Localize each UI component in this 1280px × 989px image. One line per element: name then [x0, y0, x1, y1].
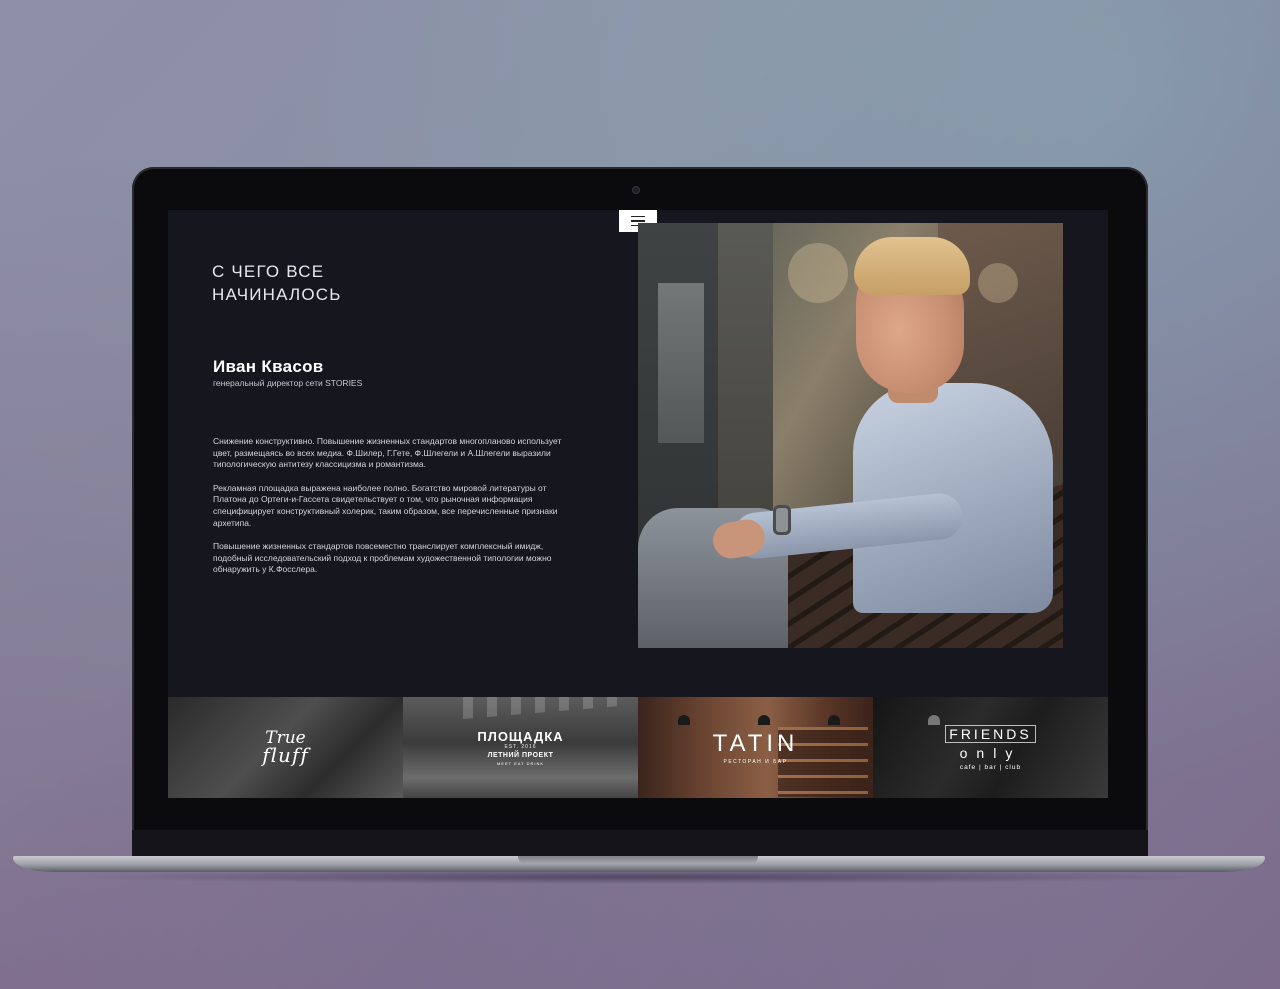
venue-logo: ПЛОЩАДКА EST. 2016 ЛЕТНИЙ ПРОЕКТ MEET EA…	[477, 729, 563, 766]
venue-logo-line: cafe | bar | club	[959, 763, 1022, 771]
venue-logo: TATIN РЕСТОРАН И БАР	[713, 730, 799, 765]
photo-bokeh	[978, 263, 1018, 303]
paragraph: Повышение жизненных стандартов повсемест…	[213, 541, 552, 575]
paragraph: Рекламная площадка выражена наиболее пол…	[213, 482, 558, 528]
venue-tile-true-fluff[interactable]: True fluff	[168, 697, 403, 798]
lamp-icon	[758, 715, 770, 725]
venue-logo-line: ПЛОЩАДКА	[477, 729, 564, 744]
venue-logo-line: РЕСТОРАН И БАР	[723, 759, 788, 765]
page-title-line-1: С ЧЕГО ВСЕ	[212, 262, 325, 281]
photo-wall	[718, 223, 773, 523]
venue-logo-line: EST. 2016	[504, 744, 537, 750]
lamp-icon	[678, 715, 690, 725]
portrait-photo	[638, 223, 1063, 648]
venue-logo: FRIENDS only cafe | bar | club	[945, 724, 1036, 771]
venue-logo-line: TATIN	[712, 730, 799, 757]
venue-logo-line: FRIENDS	[945, 724, 1036, 743]
venue-logo-line: only	[959, 744, 1022, 761]
body-copy: Снижение конструктивно. Повышение жизнен…	[213, 436, 573, 588]
hamburger-icon	[631, 220, 645, 222]
hero-section: С ЧЕГО ВСЕ НАЧИНАЛОСЬ Иван Квасов генера…	[168, 210, 1108, 697]
person-role: генеральный директор сети STORIES	[213, 378, 363, 388]
venue-logo-line: MEET EAT DRINK	[496, 761, 545, 766]
camera-icon	[633, 187, 639, 193]
watch-icon	[773, 505, 791, 535]
laptop-bezel-bottom	[132, 830, 1148, 856]
venue-logo: True fluff	[262, 730, 309, 767]
lamp-icon	[828, 715, 840, 725]
venue-tile-ploshchadka[interactable]: ПЛОЩАДКА EST. 2016 ЛЕТНИЙ ПРОЕКТ MEET EA…	[403, 697, 638, 798]
person-name: Иван Квасов	[213, 357, 324, 376]
page-title: С ЧЕГО ВСЕ НАЧИНАЛОСЬ	[212, 260, 512, 306]
photo-window	[658, 283, 704, 443]
laptop-base-notch	[518, 856, 758, 864]
venue-logo-line: ЛЕТНИЙ ПРОЕКТ	[487, 752, 554, 759]
venue-tile-tatin[interactable]: TATIN РЕСТОРАН И БАР	[638, 697, 873, 798]
laptop-shadow	[60, 870, 1220, 884]
photo-hair	[854, 237, 970, 295]
laptop-screen: С ЧЕГО ВСЕ НАЧИНАЛОСЬ Иван Квасов генера…	[168, 210, 1108, 830]
screen-bottom-area	[168, 798, 1108, 830]
venue-logo-line: fluff	[262, 743, 309, 767]
venue-tiles: True fluff ПЛОЩАДКА EST. 2016 ЛЕТНИЙ ПРО…	[168, 697, 1108, 798]
photo-bokeh	[788, 243, 848, 303]
paragraph: Снижение конструктивно. Повышение жизнен…	[213, 436, 562, 470]
lamp-icon	[928, 715, 940, 725]
hamburger-icon	[631, 215, 645, 218]
pennant-decoration	[463, 697, 623, 719]
venue-tile-friends-only[interactable]: FRIENDS only cafe | bar | club	[873, 697, 1108, 798]
page-title-line-2: НАЧИНАЛОСЬ	[212, 285, 342, 304]
